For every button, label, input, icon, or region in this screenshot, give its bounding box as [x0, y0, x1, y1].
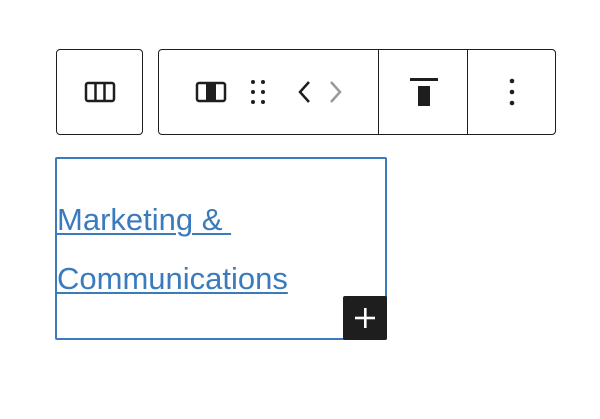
drag-handle-icon	[250, 80, 265, 104]
chevron-right-icon	[329, 81, 342, 103]
selected-column-block[interactable]: Marketing & Communications	[55, 157, 387, 340]
align-top-icon	[409, 78, 438, 106]
move-left-button[interactable]	[297, 79, 313, 105]
drag-handle[interactable]	[249, 78, 267, 106]
column-icon	[195, 81, 226, 103]
move-right-button[interactable]	[327, 79, 343, 105]
block-inserter-button[interactable]	[343, 296, 387, 340]
select-parent-button[interactable]	[84, 80, 116, 104]
plus-icon	[355, 308, 375, 328]
chevron-left-icon	[297, 81, 310, 103]
block-type-button[interactable]	[195, 80, 227, 104]
block-controls-group	[159, 50, 378, 134]
more-vertical-icon	[509, 78, 515, 106]
parent-block-toolbar	[56, 49, 143, 135]
columns-icon	[84, 81, 115, 103]
block-toolbar	[158, 49, 556, 135]
block-link[interactable]: Marketing & Communications	[57, 190, 367, 308]
vertical-alignment-button[interactable]	[408, 76, 440, 108]
options-group	[467, 50, 556, 134]
more-options-button[interactable]	[508, 77, 516, 107]
vertical-alignment-group	[378, 50, 468, 134]
